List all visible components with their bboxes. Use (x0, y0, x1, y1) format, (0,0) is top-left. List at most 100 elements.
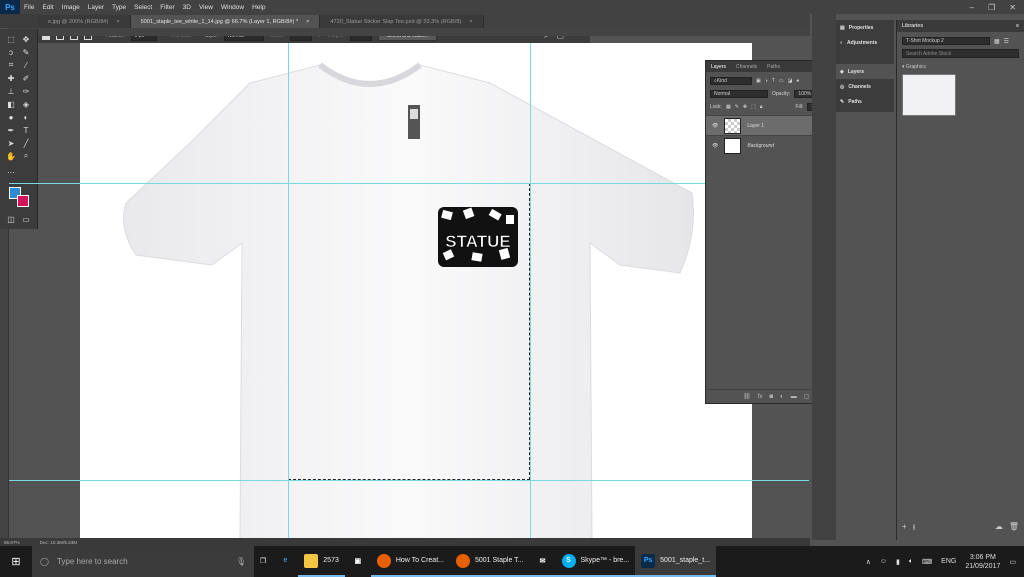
mask-icon[interactable]: ◙ (769, 394, 773, 400)
grid-view-icon[interactable]: ▦ (994, 38, 1000, 45)
taskbar-search[interactable]: ◯ Type here to search 🎙︎ (32, 546, 254, 577)
tab-close-icon[interactable]: × (306, 19, 309, 25)
dodge-tool-icon[interactable]: ◐ (20, 111, 32, 123)
notifications-icon[interactable]: ▭ (1009, 558, 1016, 566)
cloud-icon[interactable]: ☁ (995, 522, 1003, 536)
layers-panel-button[interactable]: ◈ Layers (836, 64, 894, 79)
tab-channels[interactable]: Channels (736, 64, 757, 70)
menu-view[interactable]: View (195, 4, 217, 11)
type-tool-icon[interactable]: T (20, 124, 32, 136)
filter-smart-icon[interactable]: ◪ (788, 78, 793, 84)
zoom-level[interactable]: 66.67% (4, 540, 20, 545)
menu-layer[interactable]: Layer (84, 4, 108, 11)
visibility-eye-icon[interactable]: 👁︎ (712, 123, 718, 129)
taskbar-app-firefox-2[interactable]: 5001 Staple T... (449, 546, 530, 577)
menu-filter[interactable]: Filter (156, 4, 178, 11)
lock-all-icon[interactable]: 🔒︎ (760, 104, 763, 110)
chevron-up-icon[interactable]: ∧ (866, 558, 871, 566)
graphic-thumbnail[interactable] (902, 74, 956, 116)
tab-paths[interactable]: Paths (767, 64, 780, 70)
close-button[interactable]: ✕ (1009, 3, 1016, 12)
visibility-eye-icon[interactable]: 👁︎ (712, 143, 718, 149)
channels-panel-button[interactable]: ◎ Channels (836, 79, 894, 94)
eraser-tool-icon[interactable]: ◧ (5, 98, 17, 110)
menu-help[interactable]: Help (248, 4, 269, 11)
quick-select-tool-icon[interactable]: ✎ (20, 46, 32, 58)
adjustments-panel-button[interactable]: ◐ Adjustments (836, 35, 894, 50)
filter-shape-icon[interactable]: ▭ (779, 78, 784, 84)
stamp-tool-icon[interactable]: ⊥ (5, 85, 17, 97)
move-tool-icon[interactable]: ✥ (20, 33, 32, 45)
link-icon[interactable]: ⛓ (743, 393, 751, 400)
microphone-icon[interactable]: 🎙︎ (236, 557, 246, 566)
filter-toggle-icon[interactable]: ● (796, 78, 799, 84)
crop-tool-icon[interactable]: ⌗ (5, 59, 17, 71)
taskbar-app-skype[interactable]: S Skype™ - bre... (555, 546, 636, 577)
menu-select[interactable]: Select (130, 4, 156, 11)
line-tool-icon[interactable]: ╱ (20, 137, 32, 149)
edge-button[interactable]: e (272, 546, 298, 577)
people-icon[interactable]: ☺ (880, 558, 887, 565)
tab-close-icon[interactable]: × (116, 19, 119, 25)
filter-adjust-icon[interactable]: ◑ (765, 78, 768, 84)
task-view-button[interactable]: ❐ (254, 546, 272, 577)
language-indicator[interactable]: ENG (941, 558, 956, 565)
marquee-tool-icon[interactable]: ⬚ (5, 33, 17, 45)
menu-edit[interactable]: Edit (38, 4, 57, 11)
brush-tool-icon[interactable]: ✐ (20, 72, 32, 84)
properties-panel-button[interactable]: ▤ Properties (836, 20, 894, 35)
pen-tool-icon[interactable]: ✒ (5, 124, 17, 136)
kind-filter-select[interactable]: ⌕ Kind (710, 77, 752, 85)
blur-tool-icon[interactable]: ● (5, 111, 17, 123)
start-button[interactable]: ⊞ (0, 546, 32, 577)
filter-pixel-icon[interactable]: ▣ (756, 78, 761, 84)
lock-move-icon[interactable]: ✥ (743, 104, 747, 110)
adjustment-icon[interactable]: ◐ (780, 394, 784, 400)
eyedropper-tool-icon[interactable]: ⁄ (20, 59, 32, 71)
panel-menu-icon[interactable]: ≡ (1016, 23, 1019, 29)
path-select-icon[interactable]: ➤ (5, 137, 17, 149)
taskbar-app-firefox-1[interactable]: How To Creat... (370, 546, 450, 577)
minimize-button[interactable]: – (970, 3, 974, 12)
fx-icon[interactable]: fx (758, 394, 763, 400)
upload-icon[interactable]: ⭱ (913, 522, 916, 536)
volume-icon[interactable]: 🔈︎ (909, 558, 913, 566)
graphics-section[interactable]: ▾ Graphics (897, 62, 1024, 72)
menu-window[interactable]: Window (217, 4, 248, 11)
list-view-icon[interactable]: ☰ (1004, 38, 1009, 45)
folder-icon[interactable]: ▬ (791, 394, 797, 400)
tab-doc-3[interactable]: 4720_Statue Sticker Slap Tee.psd @ 33.3%… (320, 15, 484, 28)
history-brush-icon[interactable]: ✑ (20, 85, 32, 97)
network-icon[interactable]: ▮ (896, 558, 900, 566)
lock-transparent-icon[interactable]: ▦ (726, 104, 731, 110)
filter-type-icon[interactable]: T (772, 78, 775, 84)
menu-image[interactable]: Image (58, 4, 84, 11)
bucket-tool-icon[interactable]: ◈ (20, 98, 32, 110)
lock-artboard-icon[interactable]: ⬚ (751, 104, 756, 110)
menu-type[interactable]: Type (108, 4, 130, 11)
lasso-tool-icon[interactable]: ↄ (5, 46, 17, 58)
menu-3d[interactable]: 3D (179, 4, 195, 11)
paths-panel-button[interactable]: ✎ Paths (836, 94, 894, 109)
blend-mode-select[interactable]: Normal (710, 90, 768, 98)
library-select[interactable]: T-Shirt Mockup 2 (902, 37, 990, 45)
taskbar-app-store[interactable]: ▣ (345, 546, 371, 577)
taskbar-app-photoshop[interactable]: Ps 5001_staple_t... (635, 546, 716, 577)
healing-tool-icon[interactable]: ✚ (5, 72, 17, 84)
stock-search-input[interactable]: Search Adobe Stock (902, 49, 1019, 58)
trash-icon[interactable]: 🗑︎ (1009, 522, 1019, 536)
new-layer-icon[interactable]: ▢ (804, 393, 810, 400)
libraries-title[interactable]: Libraries (902, 23, 923, 29)
layer-name[interactable]: Background (747, 143, 774, 149)
lock-brush-icon[interactable]: ✎ (735, 104, 739, 110)
tab-doc-2[interactable]: 5001_staple_tee_white_1_14.jpg @ 66.7% (… (130, 15, 321, 28)
tab-doc-1[interactable]: e.jpg @ 200% (RGB/8#) × (38, 15, 131, 28)
screen-mode-icon[interactable]: ▭ (20, 213, 32, 225)
taskbar-app-mail[interactable]: ✉ (529, 546, 556, 577)
quick-mask-icon[interactable]: ◫ (5, 213, 17, 225)
menu-file[interactable]: File (20, 4, 38, 11)
taskbar-app-folder[interactable]: 2573 (298, 546, 345, 577)
edit-toolbar-icon[interactable]: ⋯ (5, 166, 17, 178)
document-canvas[interactable]: STATUE (80, 43, 752, 541)
hand-tool-icon[interactable]: ✋ (5, 150, 17, 162)
